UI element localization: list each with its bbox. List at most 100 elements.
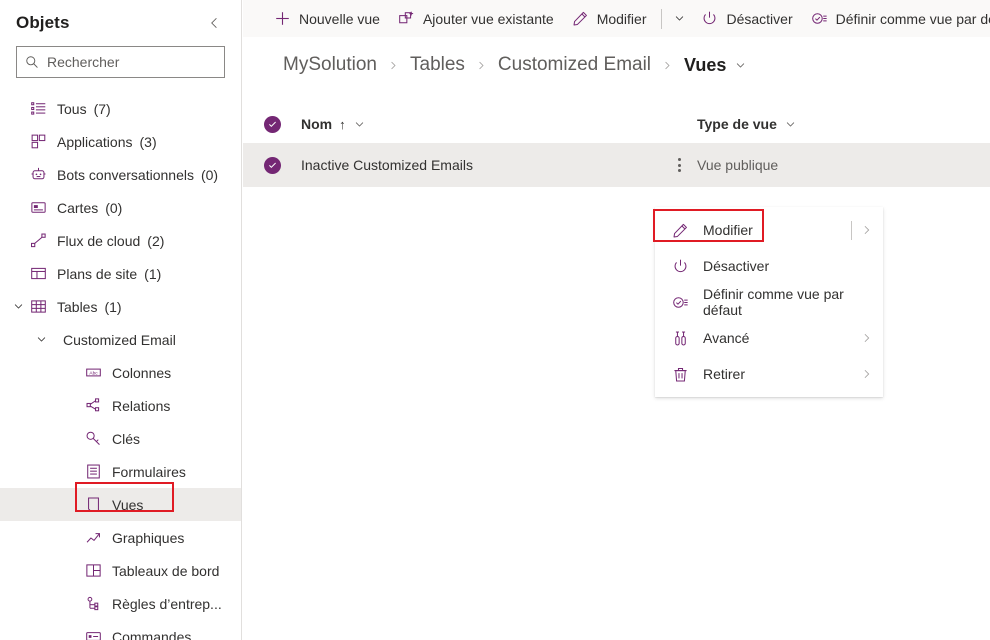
sidebar-item-count: (3)	[139, 133, 157, 150]
sidebar-item-colonnes[interactable]: Abc Colonnes	[0, 356, 241, 389]
sidebar-item-r-gles-d-entrep[interactable]: Règles d’entrep...	[0, 587, 241, 620]
command-separator	[661, 8, 663, 29]
add-existing-view-icon	[398, 10, 415, 27]
breadcrumb-separator-icon	[388, 60, 399, 71]
sidebar-title: Objets	[16, 13, 70, 32]
command-label: Modifier	[596, 10, 647, 27]
sidebar-item-label: Customized Email	[63, 331, 176, 348]
sidebar-item-label: Colonnes	[112, 364, 172, 381]
pencil-icon	[672, 222, 689, 239]
trash-icon	[672, 366, 689, 383]
flow-icon	[29, 232, 47, 250]
table-row[interactable]: Inactive Customized Emails Vue publique	[243, 143, 990, 187]
select-all-cell[interactable]	[243, 115, 301, 133]
column-header-type[interactable]: Type de vue	[697, 116, 990, 132]
sidebar-item-label: Flux de cloud	[57, 232, 141, 249]
command-overflow-chevron-down-icon[interactable]	[666, 0, 692, 37]
context-menu-item-label: Retirer	[703, 366, 746, 382]
breadcrumb-crumb[interactable]: MySolution	[283, 54, 377, 76]
sidebar-item-formulaires[interactable]: Formulaires	[0, 455, 241, 488]
context-menu-item-retirer[interactable]: Retirer	[656, 356, 882, 392]
checked-circle-icon[interactable]	[263, 115, 281, 133]
command-label: Désactiver	[726, 10, 793, 27]
row-more-button[interactable]	[661, 154, 697, 176]
sitemap-icon	[29, 265, 47, 283]
chevron-left-icon[interactable]	[201, 10, 227, 36]
sidebar-item-label: Commandes	[112, 628, 192, 640]
context-menu-item-avanc[interactable]: Avancé	[656, 320, 882, 356]
pencil-icon	[572, 10, 589, 27]
sort-ascending-icon: ↑	[339, 116, 346, 132]
command-d-finir-comme-vue-par-d-fa[interactable]: Définir comme vue par défa	[802, 0, 990, 37]
bot-icon	[29, 166, 47, 184]
row-checkbox[interactable]	[243, 156, 301, 174]
sidebar-item-graphiques[interactable]: Graphiques	[0, 521, 241, 554]
app-root: Objets Tous (7) Applications (3) Bots conver…	[0, 0, 990, 640]
context-menu-item-label: Définir comme vue par défaut	[703, 286, 844, 318]
chevron-right-icon[interactable]	[852, 332, 882, 344]
command-nouvelle-vue[interactable]: Nouvelle vue	[265, 0, 389, 37]
context-menu-item-d-sactiver[interactable]: Désactiver	[656, 248, 882, 284]
sidebar-item-label: Règles d’entrep...	[112, 595, 222, 612]
sidebar-item-bots-conversationnels[interactable]: Bots conversationnels (0)	[0, 158, 241, 191]
sidebar-item-count: (2)	[147, 232, 165, 249]
column-header-name[interactable]: Nom ↑	[301, 116, 661, 132]
sidebar-header: Objets	[0, 0, 241, 46]
breadcrumb-current[interactable]: Vues	[684, 55, 726, 76]
sidebar-item-customized-email[interactable]: Customized Email	[0, 323, 241, 356]
sidebar-item-commandes[interactable]: Commandes	[0, 620, 241, 640]
breadcrumb-crumb[interactable]: Customized Email	[498, 54, 651, 76]
sidebar-item-label: Plans de site	[57, 265, 138, 282]
sidebar-item-tables[interactable]: Tables (1)	[0, 290, 241, 323]
command-d-sactiver[interactable]: Désactiver	[692, 0, 801, 37]
chevron-right-icon[interactable]	[852, 368, 882, 380]
list-header-row: Nom ↑ Type de vue	[243, 105, 990, 143]
sidebar-item-count: (0)	[200, 166, 219, 183]
sidebar-item-flux-de-cloud[interactable]: Flux de cloud (2)	[0, 224, 241, 257]
sidebar-item-applications[interactable]: Applications (3)	[0, 125, 241, 158]
search-box[interactable]	[16, 46, 225, 78]
checked-circle-icon[interactable]	[263, 156, 281, 174]
power-icon	[672, 258, 689, 275]
sidebar-item-label: Graphiques	[112, 529, 185, 546]
command-modifier[interactable]: Modifier	[563, 0, 656, 37]
sidebar-item-label: Applications	[57, 133, 133, 150]
chevron-right-icon[interactable]	[852, 224, 882, 236]
chevron-down-icon[interactable]	[354, 119, 365, 130]
breadcrumb-crumb[interactable]: Tables	[410, 54, 465, 76]
set-default-icon	[672, 294, 689, 311]
sidebar-item-label: Cartes	[57, 199, 99, 216]
dashboard-icon	[84, 562, 102, 580]
business-rule-icon	[84, 595, 102, 613]
chevron-down-icon[interactable]	[785, 119, 796, 130]
search-input[interactable]	[47, 54, 216, 70]
context-menu-item-modifier[interactable]: Modifier	[656, 212, 882, 248]
sidebar-item-label: Relations	[112, 397, 171, 414]
search-icon	[25, 55, 39, 69]
more-vertical-icon[interactable]	[677, 154, 681, 176]
row-type-label: Vue publique	[697, 157, 779, 173]
context-menu-item-label: Désactiver	[703, 258, 770, 274]
sidebar-item-vues[interactable]: Vues	[0, 488, 241, 521]
breadcrumb-chevron-down-icon[interactable]	[735, 60, 746, 71]
sidebar-item-label: Vues	[112, 496, 144, 513]
sidebar-item-label: Bots conversationnels	[57, 166, 194, 183]
context-menu-item-d-finir-comme-vue-par-d-faut[interactable]: Définir comme vue par défaut	[656, 284, 882, 320]
columns-icon: Abc	[84, 364, 102, 382]
sidebar-item-cl-s[interactable]: Clés	[0, 422, 241, 455]
chevron-down-icon[interactable]	[10, 299, 26, 315]
command-icon	[84, 628, 102, 640]
sidebar-item-tous[interactable]: Tous (7)	[0, 92, 241, 125]
sidebar: Objets Tous (7) Applications (3) Bots conver…	[0, 0, 242, 640]
sidebar-item-label: Tous	[57, 100, 87, 117]
column-header-name-label: Nom	[301, 116, 333, 132]
sidebar-item-tableaux-de-bord[interactable]: Tableaux de bord	[0, 554, 241, 587]
sidebar-item-cartes[interactable]: Cartes (0)	[0, 191, 241, 224]
sidebar-item-relations[interactable]: Relations	[0, 389, 241, 422]
command-ajouter-vue-existante[interactable]: Ajouter vue existante	[389, 0, 563, 37]
row-name-label: Inactive Customized Emails	[301, 157, 473, 173]
view-page-icon	[84, 496, 102, 514]
chevron-down-icon[interactable]	[33, 332, 49, 348]
sidebar-item-plans-de-site[interactable]: Plans de site (1)	[0, 257, 241, 290]
command-label: Nouvelle vue	[299, 10, 380, 27]
